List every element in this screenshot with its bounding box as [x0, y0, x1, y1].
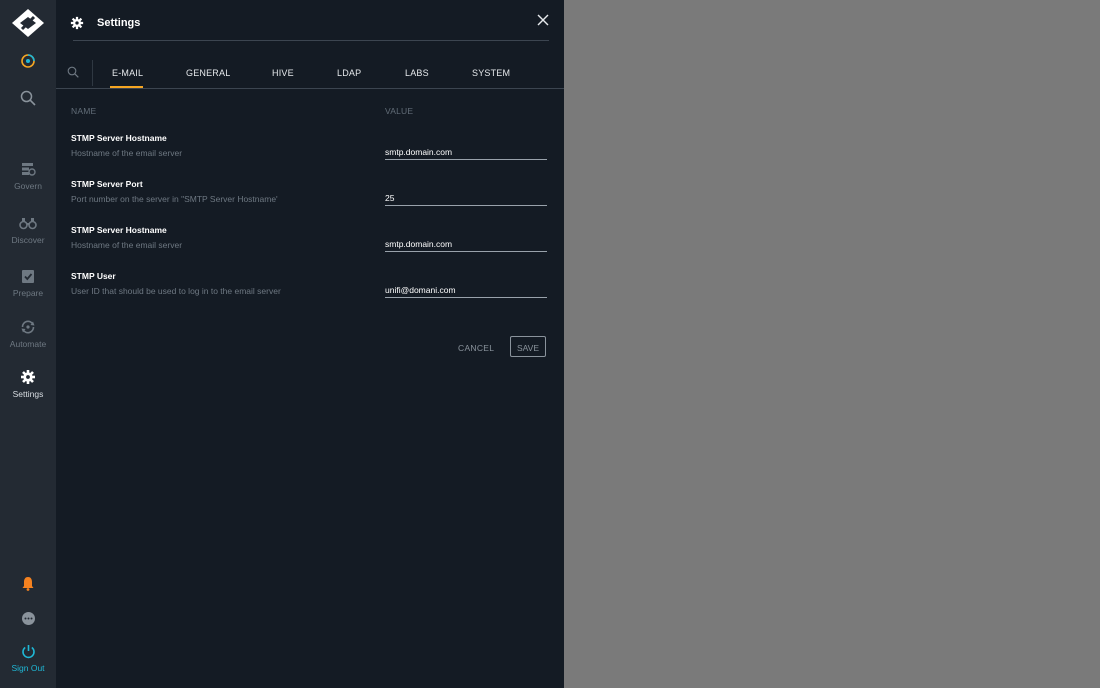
page-title: Settings [97, 17, 141, 29]
setting-description: Port number on the server in "SMTP Serve… [71, 194, 278, 204]
gear-icon [70, 16, 84, 30]
save-button[interactable]: SAVE [510, 336, 546, 357]
nav-discover-label: Discover [11, 235, 45, 245]
tab-ldap[interactable]: LDAP [337, 68, 361, 78]
setting-description: Hostname of the email server [71, 240, 183, 250]
smtp-hostname-input[interactable] [385, 145, 547, 160]
setting-label: STMP Server Port [71, 179, 143, 189]
search-icon [20, 90, 36, 106]
title-divider [73, 40, 549, 41]
binoculars-icon [19, 218, 37, 230]
bell-icon [22, 577, 34, 591]
cancel-button[interactable]: CANCEL [458, 343, 494, 353]
nav-prepare[interactable]: Prepare [0, 268, 56, 298]
setting-label: STMP Server Hostname [71, 133, 167, 143]
tab-hive[interactable]: HIVE [272, 68, 294, 78]
nav-settings-label: Settings [12, 389, 44, 399]
smtp-hostname-input-2[interactable] [385, 237, 547, 252]
chat-button[interactable] [0, 611, 56, 626]
gear-icon [21, 370, 35, 384]
chat-icon [21, 612, 35, 625]
nav-automate[interactable]: Automate [0, 319, 56, 349]
tabs-divider [56, 88, 564, 89]
nav-prepare-label: Prepare [12, 288, 44, 298]
nav-settings[interactable]: Settings [0, 369, 56, 399]
nav-automate-label: Automate [9, 339, 47, 349]
catalog-icon [21, 54, 35, 68]
setting-label: STMP Server Hostname [71, 225, 167, 235]
column-header-name: NAME [71, 106, 97, 116]
nav-rail: Govern Discover Prepare Automate Setting… [0, 0, 56, 688]
automate-icon [21, 320, 35, 334]
clipboard-check-icon [22, 270, 34, 283]
catalog-button[interactable] [0, 53, 56, 69]
govern-icon [22, 163, 36, 176]
global-search-button[interactable] [0, 90, 56, 106]
tab-system[interactable]: SYSTEM [472, 68, 510, 78]
setting-description: Hostname of the email server [71, 148, 183, 158]
tab-general[interactable]: GENERAL [186, 68, 230, 78]
tab-labs[interactable]: LABS [405, 68, 429, 78]
smtp-port-input[interactable] [385, 191, 547, 206]
sign-out-label: Sign Out [11, 663, 45, 673]
app-logo[interactable] [12, 9, 44, 37]
settings-panel: Settings E-MAIL GENERAL HIVE LDAP LABS S… [56, 0, 564, 688]
setting-description: User ID that should be used to log in to… [71, 286, 281, 296]
tab-email[interactable]: E-MAIL [112, 68, 143, 78]
tab-divider [92, 60, 93, 86]
search-icon[interactable] [67, 66, 79, 78]
notifications-button[interactable] [0, 576, 56, 591]
power-icon [21, 645, 35, 659]
sign-out-button[interactable]: Sign Out [0, 644, 56, 673]
close-icon[interactable] [534, 11, 552, 29]
nav-govern[interactable]: Govern [0, 161, 56, 191]
smtp-user-input[interactable] [385, 283, 547, 298]
nav-discover[interactable]: Discover [0, 215, 56, 245]
setting-label: STMP User [71, 271, 116, 281]
nav-govern-label: Govern [14, 181, 42, 191]
column-header-value: VALUE [385, 106, 414, 116]
